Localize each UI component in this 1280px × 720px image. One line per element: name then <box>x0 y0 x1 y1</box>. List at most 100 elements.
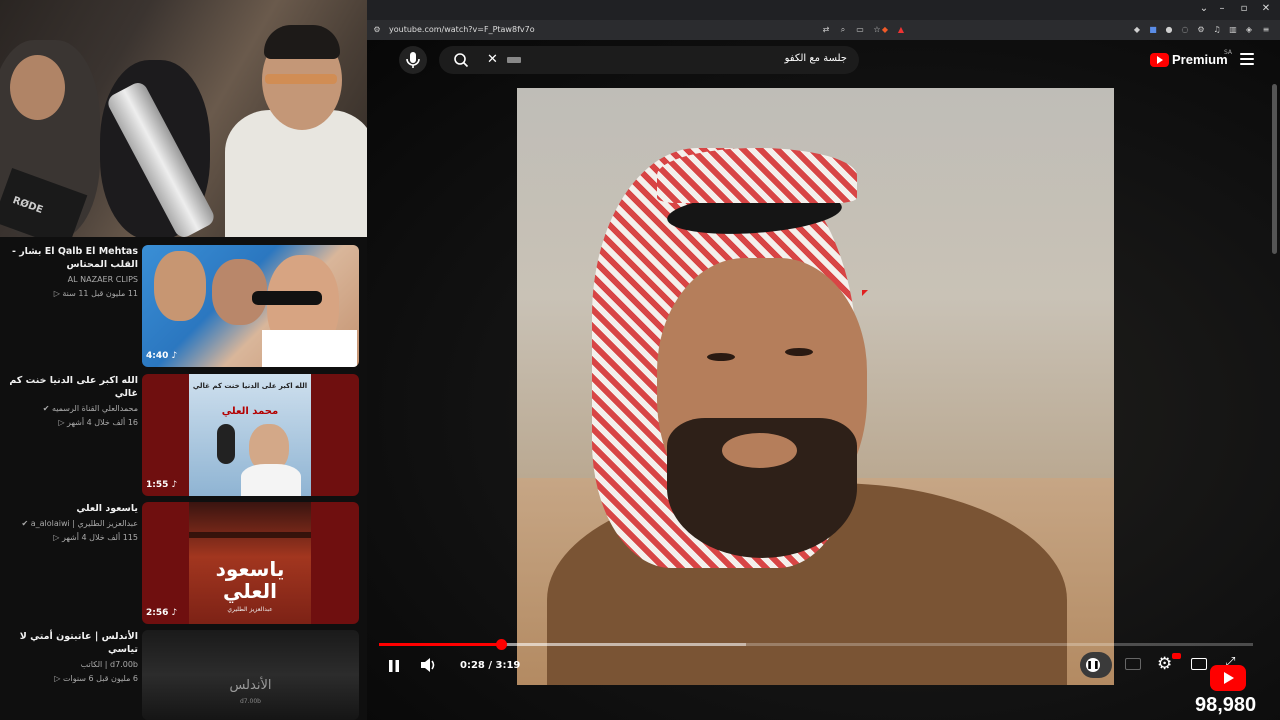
search-icon[interactable] <box>453 52 469 68</box>
video-frame[interactable] <box>517 88 1114 685</box>
play-count-icon: ▷ <box>54 674 61 683</box>
hd-badge <box>1172 653 1181 659</box>
music-note-icon: ♪ <box>171 351 178 361</box>
rec-meta: 115 ألف خلال 4 أشهر ▷ <box>8 532 138 544</box>
rec-channel[interactable]: d7.00b | الكاتب <box>8 659 138 671</box>
progress-scrubber[interactable] <box>496 639 508 650</box>
brave-rewards-icon[interactable]: ▲ <box>895 24 907 36</box>
duration-text: 4:40 <box>146 351 169 361</box>
rec-channel-text: محمدالعلي القناة الرسميه <box>51 404 138 413</box>
music-note-icon: ♪ <box>171 608 178 618</box>
progress-bar[interactable] <box>379 639 1253 650</box>
rec-thumbnail[interactable] <box>142 245 359 367</box>
rec-meta: 16 ألف خلال 4 أشهر ▷ <box>8 417 138 429</box>
hamburger-menu-icon[interactable] <box>1240 53 1254 68</box>
rec-thumbnail[interactable]: ياسعود العلي عبدالعزيز الطليري <box>142 502 359 624</box>
music-icon[interactable]: ♫ <box>1211 24 1223 36</box>
duration-badge: 2:56 ♪ <box>146 608 177 618</box>
duration-text: 1:55 <box>146 480 169 490</box>
voice-search-button[interactable] <box>399 46 427 74</box>
wallet-icon[interactable]: ◈ <box>1243 24 1255 36</box>
play-count-icon: ▷ <box>53 289 60 298</box>
thumb-caption: ياسعود العلي <box>215 557 285 603</box>
rec-thumbnail[interactable]: الله اكبر على الدنيا خنت كم غالي محمد ال… <box>142 374 359 496</box>
subscriber-counter: 98,980 <box>1195 694 1257 716</box>
settings-gear-icon[interactable]: ⚙ <box>1157 654 1172 674</box>
pause-button[interactable] <box>387 658 401 677</box>
play-triangle <box>1224 672 1234 684</box>
music-note-icon: ♪ <box>171 480 178 490</box>
youtube-page: ✕ جلسة مع الكفو Premium SA 0:28 / 3:19 ❚… <box>367 40 1280 720</box>
rec-text: الله اكبر على الدنيا خنت كم غالي محمدالع… <box>8 374 138 429</box>
thumb-square: ياسعود العلي عبدالعزيز الطليري <box>189 502 311 624</box>
thumb-shirt <box>241 464 301 496</box>
volume-button[interactable] <box>420 657 438 677</box>
rec-title[interactable]: ياسعود العلي <box>8 502 138 515</box>
microphone-icon <box>406 52 420 68</box>
rec-channel-text: عبدالعزيز الطليري | a_alolaiwi <box>30 519 138 528</box>
rec-text: الأندلس | عاتبتون أمتي لا تياسي d7.00b |… <box>8 630 138 685</box>
recommendation-item[interactable]: الله اكبر على الدنيا خنت كم غالي محمدالع… <box>0 374 367 496</box>
extension-icon[interactable]: ● <box>1163 24 1175 36</box>
recommendation-item[interactable]: ياسعود العلي عبدالعزيز الطليري | a_alola… <box>0 502 367 624</box>
logo-text: Premium <box>1172 52 1228 67</box>
person-left-face <box>10 55 65 120</box>
thumb-square: الله اكبر على الدنيا خنت كم غالي محمد ال… <box>189 374 311 496</box>
progress-played <box>379 643 502 646</box>
thumb-sunglasses <box>252 291 322 305</box>
sidebar-icon[interactable]: ▥ <box>1227 24 1239 36</box>
autoplay-toggle[interactable]: ❚❚ <box>1080 652 1112 678</box>
eye-right <box>785 348 813 356</box>
thumb-subcaption: عبدالعزيز الطليري <box>227 606 273 613</box>
translate-icon[interactable]: ⇄ <box>820 24 832 36</box>
zoom-icon[interactable]: ⌕ <box>837 24 849 36</box>
miniplayer-icon[interactable] <box>1191 658 1207 670</box>
search-bar[interactable]: ✕ جلسة مع الكفو <box>439 46 859 74</box>
extension-icon[interactable]: ■ <box>1147 24 1159 36</box>
menu-icon[interactable]: ≡ <box>1260 24 1272 36</box>
search-input[interactable]: جلسة مع الكفو <box>785 53 847 64</box>
rec-channel[interactable]: محمدالعلي القناة الرسميه ✔ <box>8 403 138 415</box>
clear-search-icon[interactable]: ✕ <box>487 52 498 67</box>
extension-icon[interactable]: ◆ <box>1131 24 1143 36</box>
site-info-icon[interactable]: ⚙ <box>371 24 383 36</box>
extension-icon[interactable]: ◌ <box>1179 24 1191 36</box>
tab-search-icon[interactable]: ⌄ <box>1197 3 1211 14</box>
rec-meta-text: 6 مليون قبل 6 سنوات <box>62 674 138 683</box>
recommendation-item[interactable]: El Qalb El Mehtas بشار - القلب المحتاس A… <box>0 245 367 367</box>
recommendation-item[interactable]: الأندلس | عاتبتون أمتي لا تياسي d7.00b |… <box>0 630 367 720</box>
maximize-button[interactable]: ▫ <box>1237 3 1251 14</box>
subtitles-icon[interactable] <box>1125 658 1141 670</box>
rec-title[interactable]: El Qalb El Mehtas بشار - القلب المحتاس <box>8 245 138 271</box>
mouse-cursor-icon <box>862 290 868 296</box>
rec-meta-text: 115 ألف خلال 4 أشهر <box>61 533 138 542</box>
thumb-shirt <box>262 330 357 367</box>
rec-text: ياسعود العلي عبدالعزيز الطليري | a_alola… <box>8 502 138 544</box>
rec-channel[interactable]: عبدالعزيز الطليري | a_alolaiwi ✔ <box>8 518 138 530</box>
keyboard-icon[interactable] <box>507 57 521 63</box>
title-bar: ⌄ – ▫ ✕ <box>367 0 1280 20</box>
time-display: 0:28 / 3:19 <box>460 660 521 671</box>
duration-badge: 4:40 ♪ <box>146 351 177 361</box>
volume-icon <box>421 658 435 672</box>
thumb-microphone <box>217 424 235 464</box>
play-count-icon: ▷ <box>53 533 60 542</box>
cast-icon[interactable]: ▭ <box>854 24 866 36</box>
duration-badge: 1:55 ♪ <box>146 480 177 490</box>
brave-shield-icon[interactable]: ◆ <box>879 24 891 36</box>
url-field[interactable]: youtube.com/watch?v=F_Ptaw8fv7o <box>389 25 535 34</box>
rec-channel[interactable]: AL NAZAER CLIPS <box>8 274 138 286</box>
scrollbar-thumb[interactable] <box>1272 84 1277 254</box>
rec-thumbnail[interactable]: الأندلس d7.00b <box>142 630 359 720</box>
region-code: SA <box>1224 49 1233 56</box>
thumb-caption: الله اكبر على الدنيا خنت كم غالي <box>192 382 308 390</box>
person-right-hair <box>264 25 340 59</box>
rec-title[interactable]: الله اكبر على الدنيا خنت كم غالي <box>8 374 138 400</box>
extension-icon[interactable]: ⚙ <box>1195 24 1207 36</box>
rec-title[interactable]: الأندلس | عاتبتون أمتي لا تياسي <box>8 630 138 656</box>
minimize-button[interactable]: – <box>1215 3 1229 14</box>
thumb-artist: محمد العلي <box>221 406 279 417</box>
browser-window: ⌄ – ▫ ✕ ⚙ youtube.com/watch?v=F_Ptaw8fv7… <box>367 0 1280 720</box>
close-button[interactable]: ✕ <box>1259 3 1273 14</box>
play-triangle <box>1157 56 1163 64</box>
